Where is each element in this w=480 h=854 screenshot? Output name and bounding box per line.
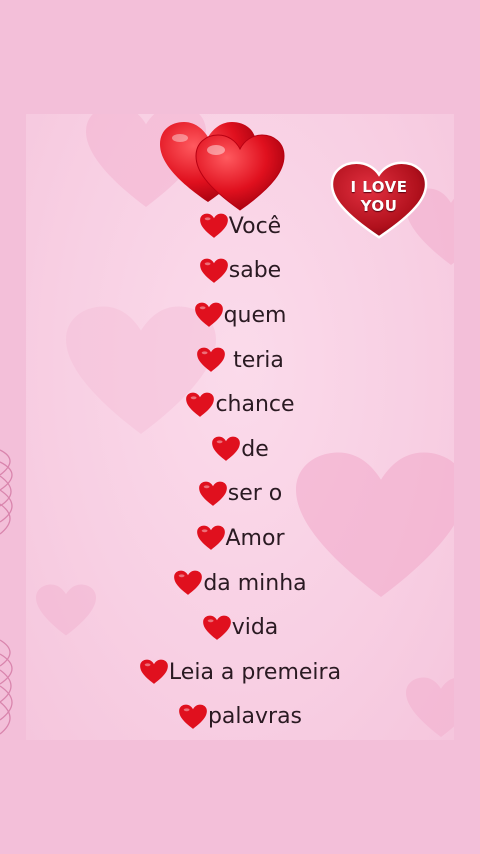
red-heart-icon	[186, 392, 215, 417]
red-heart-icon	[140, 659, 168, 685]
word-text: chance	[215, 392, 295, 418]
word-text: quem	[223, 302, 287, 328]
list-item: quem	[0, 293, 480, 338]
list-item: palavras	[0, 695, 480, 740]
list-item: Você	[0, 204, 480, 249]
list-item: Amor	[0, 516, 480, 561]
word-text: sabe	[228, 258, 282, 284]
list-item: teria	[0, 338, 480, 383]
word-text: Amor	[225, 525, 285, 551]
list-item: chance	[0, 382, 480, 427]
word-text: ser o	[227, 481, 283, 507]
list-item: ser o	[0, 472, 480, 517]
word-list: Você sabe quem teria chance de ser o Amo…	[0, 204, 480, 739]
double-red-heart-icon	[160, 122, 285, 211]
red-heart-icon	[199, 213, 228, 239]
list-item: Leia a premeira	[0, 650, 480, 695]
word-text: teria	[226, 347, 284, 373]
red-heart-icon	[197, 347, 225, 372]
red-heart-icon	[212, 436, 241, 462]
word-text: Leia a premeira	[168, 659, 342, 685]
list-item: sabe	[0, 249, 480, 294]
word-text: da minha	[203, 570, 307, 596]
red-heart-icon	[174, 570, 203, 595]
red-heart-icon	[202, 615, 231, 640]
word-text: Você	[228, 213, 282, 239]
list-item: de	[0, 427, 480, 472]
red-heart-icon	[198, 481, 227, 506]
list-item: da minha	[0, 561, 480, 606]
list-item: vida	[0, 605, 480, 650]
red-heart-icon	[194, 303, 223, 328]
word-text: palavras	[207, 704, 303, 730]
red-heart-icon	[196, 526, 225, 551]
word-text: vida	[231, 615, 279, 641]
word-text: de	[241, 436, 269, 462]
red-heart-icon	[199, 258, 228, 283]
red-heart-icon	[179, 704, 207, 729]
badge-line-1: I LOVE	[350, 178, 408, 196]
